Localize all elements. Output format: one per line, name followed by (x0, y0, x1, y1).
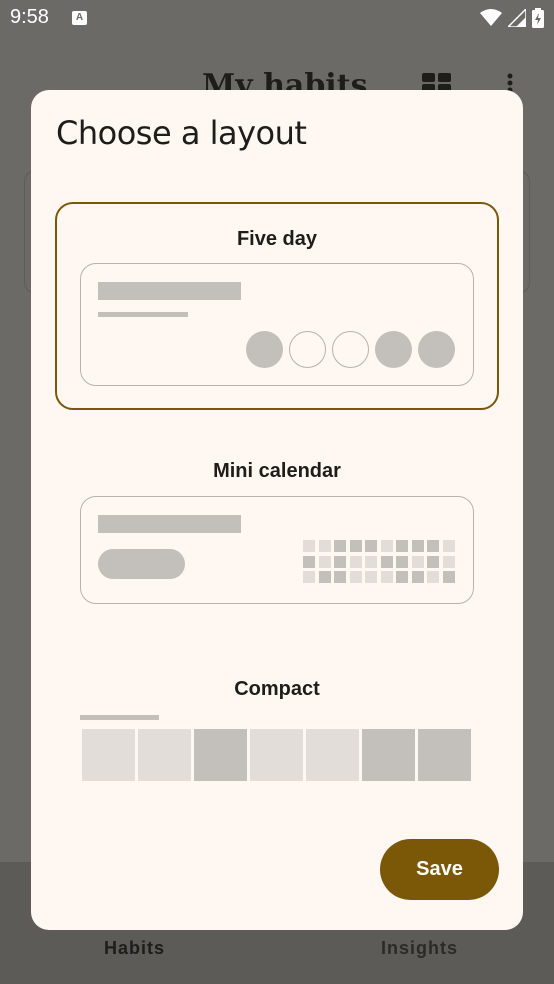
preview-day-circle (289, 331, 326, 368)
five-day-preview (80, 263, 474, 386)
option-label: Five day (236, 228, 318, 250)
grid-view-icon[interactable] (421, 72, 453, 92)
battery-icon (532, 8, 544, 28)
dialog-title: Choose a layout (56, 114, 307, 152)
signal-icon (508, 9, 526, 27)
preview-title-bar (98, 515, 241, 533)
nav-insights[interactable]: Insights (381, 938, 458, 959)
status-time: 9:58 (10, 6, 49, 28)
preview-day-circle (332, 331, 369, 368)
preview-title-bar (98, 282, 241, 300)
text-a-icon: A (72, 11, 87, 25)
option-label: Mini calendar (213, 460, 341, 482)
status-icons (480, 8, 544, 28)
preview-day-circle (246, 331, 283, 368)
layout-option-five-day[interactable]: Five day (55, 202, 499, 410)
preview-subtitle-bar (98, 312, 188, 317)
nav-habits[interactable]: Habits (104, 938, 165, 959)
layout-option-mini-calendar[interactable]: Mini calendar (55, 436, 499, 626)
compact-title-line (80, 715, 159, 720)
compact-preview-row (82, 729, 471, 781)
wifi-icon (480, 9, 502, 26)
save-button[interactable]: Save (380, 839, 499, 900)
layout-option-compact[interactable]: Compact (55, 656, 499, 796)
preview-calendar-grid (303, 540, 455, 583)
preview-day-circle (418, 331, 455, 368)
preview-day-circle (375, 331, 412, 368)
status-bar: 9:58 A (0, 0, 554, 40)
option-label: Compact (234, 678, 320, 700)
mini-calendar-preview (80, 496, 474, 604)
preview-pill (98, 549, 185, 579)
layout-dialog: Choose a layout Five day Mini calendar C… (31, 90, 523, 930)
